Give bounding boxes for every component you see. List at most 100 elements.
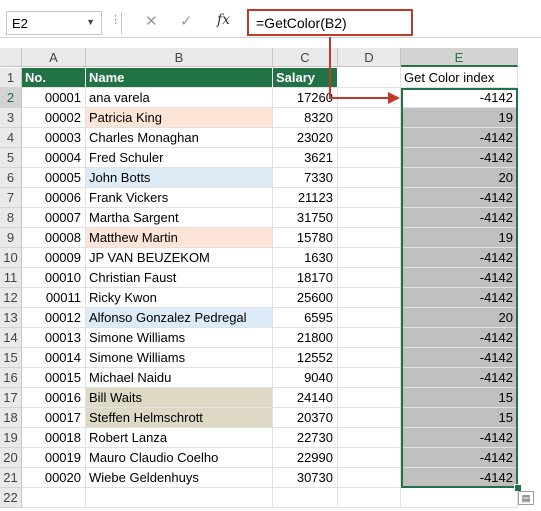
row-header[interactable]: 16 xyxy=(0,368,22,388)
cell-salary[interactable]: 9040 xyxy=(273,368,338,388)
row-header[interactable]: 19 xyxy=(0,428,22,448)
cell-color-index[interactable]: 19 xyxy=(401,228,518,248)
cell[interactable] xyxy=(338,188,401,208)
row-header[interactable]: 21 xyxy=(0,468,22,488)
cell-salary[interactable]: 24140 xyxy=(273,388,338,408)
cell-salary[interactable]: 8320 xyxy=(273,108,338,128)
cell-color-index[interactable]: -4142 xyxy=(401,268,518,288)
cell-name[interactable]: Christian Faust xyxy=(86,268,273,288)
cell[interactable] xyxy=(338,468,401,488)
cell-name[interactable]: Charles Monaghan xyxy=(86,128,273,148)
row-header[interactable]: 17 xyxy=(0,388,22,408)
cell[interactable] xyxy=(338,408,401,428)
row-header[interactable]: 6 xyxy=(0,168,22,188)
column-header-e[interactable]: E xyxy=(401,48,518,67)
row-header[interactable]: 5 xyxy=(0,148,22,168)
cell-name[interactable]: ana varela xyxy=(86,88,273,108)
cell-color-index[interactable]: -4142 xyxy=(401,448,518,468)
cell[interactable] xyxy=(338,208,401,228)
cell[interactable] xyxy=(338,248,401,268)
cell-no[interactable]: 00011 xyxy=(22,288,86,308)
cell-salary[interactable]: 18170 xyxy=(273,268,338,288)
cell-salary[interactable]: 1630 xyxy=(273,248,338,268)
row-header[interactable]: 22 xyxy=(0,488,22,508)
cell-color-index[interactable]: -4142 xyxy=(401,328,518,348)
cell-no[interactable]: 00005 xyxy=(22,168,86,188)
cell-name[interactable]: Fred Schuler xyxy=(86,148,273,168)
cell-name[interactable]: Ricky Kwon xyxy=(86,288,273,308)
row-header[interactable]: 2 xyxy=(0,88,22,108)
row-header[interactable]: 1 xyxy=(0,68,22,88)
cell-no[interactable]: 00020 xyxy=(22,468,86,488)
cell[interactable] xyxy=(338,108,401,128)
row-header[interactable]: 14 xyxy=(0,328,22,348)
cell-name[interactable]: Bill Waits xyxy=(86,388,273,408)
cell-salary[interactable]: 15780 xyxy=(273,228,338,248)
column-header-a[interactable]: A xyxy=(22,48,86,67)
cell-color-index[interactable]: -4142 xyxy=(401,368,518,388)
select-all-button[interactable] xyxy=(0,48,22,67)
cell-name[interactable]: Frank Vickers xyxy=(86,188,273,208)
cancel-icon[interactable]: ✕ xyxy=(145,12,158,30)
cell[interactable] xyxy=(338,348,401,368)
cell-no[interactable]: 00014 xyxy=(22,348,86,368)
cell[interactable] xyxy=(22,488,86,508)
cell-no[interactable]: 00006 xyxy=(22,188,86,208)
enter-icon[interactable]: ✓ xyxy=(180,12,193,30)
cell[interactable] xyxy=(338,308,401,328)
cell-name[interactable]: Martha Sargent xyxy=(86,208,273,228)
paste-options-icon[interactable]: ▤ xyxy=(518,491,534,505)
cell-name[interactable]: Simone Williams xyxy=(86,348,273,368)
cell-salary[interactable]: 31750 xyxy=(273,208,338,228)
chevron-down-icon[interactable]: ▼ xyxy=(86,17,95,27)
cell[interactable] xyxy=(338,228,401,248)
cell-no[interactable]: 00018 xyxy=(22,428,86,448)
cell[interactable] xyxy=(338,448,401,468)
cell-no[interactable]: 00019 xyxy=(22,448,86,468)
cell-name[interactable]: Simone Williams xyxy=(86,328,273,348)
cell-name[interactable]: Patricia King xyxy=(86,108,273,128)
cell-name[interactable]: JP VAN BEUZEKOM xyxy=(86,248,273,268)
cell-color-index[interactable]: 15 xyxy=(401,408,518,428)
cell-no[interactable]: 00009 xyxy=(22,248,86,268)
row-header[interactable]: 4 xyxy=(0,128,22,148)
row-header[interactable]: 15 xyxy=(0,348,22,368)
cell-salary[interactable]: 20370 xyxy=(273,408,338,428)
cell-color-index[interactable]: -4142 xyxy=(401,188,518,208)
cell-no[interactable]: 00004 xyxy=(22,148,86,168)
row-header[interactable]: 20 xyxy=(0,448,22,468)
cell[interactable] xyxy=(338,368,401,388)
cell-color-index[interactable]: 15 xyxy=(401,388,518,408)
cell[interactable] xyxy=(86,488,273,508)
cell[interactable] xyxy=(338,268,401,288)
cell[interactable] xyxy=(401,488,518,508)
cell-no[interactable]: 00007 xyxy=(22,208,86,228)
cell-name[interactable]: Matthew Martin xyxy=(86,228,273,248)
cell-no[interactable]: 00015 xyxy=(22,368,86,388)
cell-salary[interactable]: 3621 xyxy=(273,148,338,168)
more-options-icon[interactable]: ⋮ xyxy=(110,13,121,26)
cell-no[interactable]: 00016 xyxy=(22,388,86,408)
cell-salary[interactable]: 21123 xyxy=(273,188,338,208)
cell-salary[interactable]: 6595 xyxy=(273,308,338,328)
cell-color-index[interactable]: -4142 xyxy=(401,248,518,268)
cell-no[interactable]: 00001 xyxy=(22,88,86,108)
column-header-b[interactable]: B xyxy=(86,48,273,67)
cell-salary[interactable]: 7330 xyxy=(273,168,338,188)
cell[interactable] xyxy=(338,488,401,508)
column-header-d[interactable]: D xyxy=(338,48,401,67)
row-header[interactable]: 10 xyxy=(0,248,22,268)
row-header[interactable]: 11 xyxy=(0,268,22,288)
formula-input[interactable]: =GetColor(B2) xyxy=(247,9,413,36)
cell-color-index[interactable]: -4142 xyxy=(401,128,518,148)
cell-color-index[interactable]: -4142 xyxy=(401,428,518,448)
row-header[interactable]: 8 xyxy=(0,208,22,228)
row-header[interactable]: 13 xyxy=(0,308,22,328)
cell-salary[interactable]: 22990 xyxy=(273,448,338,468)
cell-salary[interactable]: 12552 xyxy=(273,348,338,368)
cell-color-index[interactable]: -4142 xyxy=(401,88,518,108)
cell[interactable] xyxy=(338,288,401,308)
cell-no[interactable]: 00012 xyxy=(22,308,86,328)
cell-no[interactable]: 00017 xyxy=(22,408,86,428)
cell-name[interactable]: Alfonso Gonzalez Pedregal xyxy=(86,308,273,328)
